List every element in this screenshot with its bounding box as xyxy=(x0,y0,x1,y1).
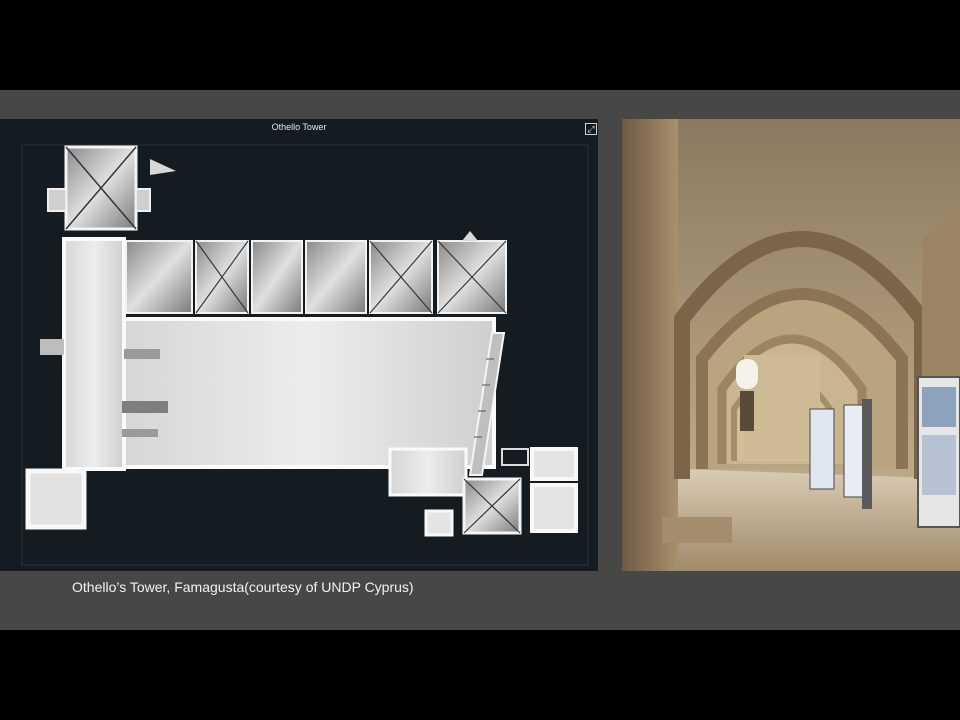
plan-tower-northwest xyxy=(47,145,176,231)
plan-vault-row xyxy=(125,231,507,314)
vaulted-hall-image xyxy=(622,119,960,571)
plan-tower-southwest xyxy=(25,468,87,530)
floor-plan-viewer: Othello Tower ⤢ xyxy=(0,119,598,571)
floor-plan-scan xyxy=(21,144,589,566)
interior-photo xyxy=(622,119,960,571)
slide-caption: Othello’s Tower, Famagusta(courtesy of U… xyxy=(72,579,414,595)
